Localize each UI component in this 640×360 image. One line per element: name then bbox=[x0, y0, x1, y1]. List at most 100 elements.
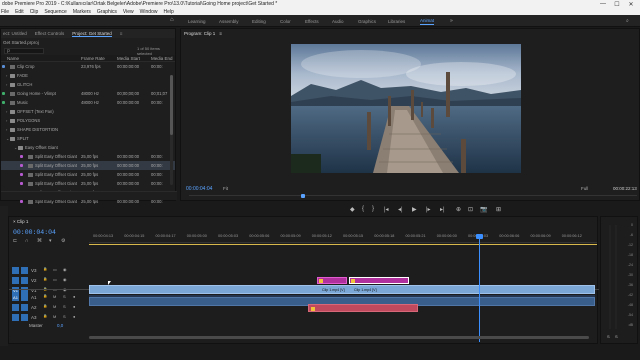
microphone-icon[interactable]: ● bbox=[73, 294, 75, 299]
source-patch-toggle[interactable]: A1 bbox=[12, 294, 19, 301]
project-item[interactable]: Split Easy Offset Giant25,00 fps00:00:00… bbox=[1, 161, 175, 170]
project-scrollbar[interactable] bbox=[170, 75, 173, 185]
lock-icon[interactable]: 🔒 bbox=[43, 314, 47, 318]
eye-icon[interactable]: ◉ bbox=[63, 267, 67, 272]
timeline-settings-icon[interactable]: ⚙ bbox=[61, 238, 65, 244]
program-playhead[interactable] bbox=[301, 194, 305, 198]
chevron-right-icon[interactable]: › bbox=[6, 73, 7, 78]
project-item[interactable]: › POLYGONS bbox=[1, 116, 175, 125]
linked-selection-icon[interactable]: ⌘ bbox=[37, 238, 42, 244]
work-area-bar[interactable] bbox=[89, 244, 597, 245]
chevron-down-icon[interactable]: ⌄ bbox=[6, 136, 9, 141]
menu-help[interactable]: Help bbox=[163, 9, 173, 15]
lock-icon[interactable]: 🔒 bbox=[43, 294, 47, 298]
lock-icon[interactable]: 🔒 bbox=[43, 304, 47, 308]
project-item[interactable]: › GLITCH bbox=[1, 80, 175, 89]
source-patch-toggle[interactable] bbox=[12, 304, 19, 311]
mark-in-icon[interactable]: { bbox=[362, 206, 364, 212]
timeline-close-icon[interactable]: × bbox=[13, 219, 16, 224]
chevron-right-icon[interactable]: › bbox=[6, 118, 7, 123]
project-item[interactable]: › OFFSET (Text Pan) bbox=[1, 107, 175, 116]
clip-nested-v2-selected[interactable] bbox=[349, 277, 409, 284]
program-video-frame[interactable] bbox=[291, 44, 521, 173]
home-icon[interactable]: ⌂ bbox=[170, 17, 174, 23]
program-scrub-bar[interactable] bbox=[189, 195, 637, 198]
mark-out-icon[interactable]: } bbox=[372, 206, 374, 212]
project-item[interactable]: Music 48000 Hz 00:00:00:00 00:00: bbox=[1, 98, 175, 107]
menu-clip[interactable]: Clip bbox=[30, 9, 39, 15]
workspace-assembly[interactable]: Assembly bbox=[219, 17, 239, 25]
go-to-out-icon[interactable]: ▸| bbox=[440, 206, 445, 213]
tab-effect-untitled[interactable]: ect: Untitled bbox=[3, 31, 27, 36]
timeline-scrollbar-thumb[interactable] bbox=[89, 336, 589, 339]
chevron-right-icon[interactable]: › bbox=[6, 109, 7, 114]
playback-resolution-select[interactable]: Full bbox=[581, 186, 588, 191]
menu-window[interactable]: Window bbox=[140, 9, 158, 15]
column-media-start[interactable]: Media Start bbox=[117, 56, 140, 61]
search-icon[interactable]: ⌕ bbox=[626, 18, 629, 24]
menu-markers[interactable]: Markers bbox=[73, 9, 91, 15]
column-name[interactable]: Name bbox=[7, 56, 19, 61]
program-timecode[interactable]: 00:00:04:04 bbox=[186, 186, 212, 192]
mute-icon[interactable]: M bbox=[53, 294, 56, 299]
clip-nested-v2[interactable] bbox=[317, 277, 347, 284]
panel-menu-icon[interactable]: ≡ bbox=[120, 31, 123, 36]
minimize-icon[interactable]: — bbox=[596, 0, 610, 8]
chevron-down-icon[interactable]: ⌄ bbox=[14, 145, 17, 150]
project-scrollbar-thumb[interactable] bbox=[170, 75, 173, 135]
nest-toggle-icon[interactable]: ⊏ bbox=[13, 238, 17, 244]
sync-lock-icon[interactable]: ▭ bbox=[53, 277, 57, 282]
tab-effect-controls[interactable]: Effect Controls bbox=[35, 31, 64, 36]
column-frame-rate[interactable]: Frame Rate bbox=[81, 56, 105, 61]
project-search-input[interactable]: ρ bbox=[4, 47, 44, 54]
microphone-icon[interactable]: ● bbox=[73, 304, 75, 309]
workspace-animat[interactable]: Animat bbox=[420, 17, 435, 25]
lock-icon[interactable]: 🔒 bbox=[43, 277, 47, 281]
comparison-view-icon[interactable]: ⊞ bbox=[496, 206, 501, 213]
time-ruler[interactable]: 00:00:04:13 00:00:04:15 00:00:04:17 00:00:0… bbox=[89, 233, 597, 243]
track-target-toggle[interactable] bbox=[21, 314, 28, 321]
master-volume-value[interactable]: 0,0 bbox=[57, 323, 63, 328]
project-item[interactable]: ⌄ SPLIT bbox=[1, 134, 175, 143]
chevron-right-icon[interactable]: › bbox=[6, 127, 7, 132]
workspace-graphics[interactable]: Graphics bbox=[358, 17, 376, 25]
track-target-toggle[interactable] bbox=[21, 277, 28, 284]
microphone-icon[interactable]: ● bbox=[73, 314, 75, 319]
workspace-more-icon[interactable]: » bbox=[450, 18, 453, 24]
solo-left-button[interactable]: S bbox=[607, 334, 610, 339]
panel-menu-icon[interactable]: ≡ bbox=[219, 31, 222, 36]
add-marker-icon[interactable]: ◆ bbox=[350, 206, 355, 213]
workspace-learning[interactable]: Learning bbox=[188, 17, 206, 25]
mute-icon[interactable]: M bbox=[53, 304, 56, 309]
workspace-libraries[interactable]: Libraries bbox=[388, 17, 405, 25]
chevron-right-icon[interactable]: › bbox=[6, 82, 7, 87]
mute-icon[interactable]: M bbox=[53, 314, 56, 319]
workspace-audio[interactable]: Audio bbox=[332, 17, 344, 25]
project-item[interactable]: Clip Crop 23,976 fps 00:00:00:00 00:00: bbox=[1, 62, 175, 71]
play-icon[interactable]: ▶ bbox=[412, 206, 417, 213]
go-to-in-icon[interactable]: |◂ bbox=[384, 206, 389, 213]
step-forward-icon[interactable]: |▸ bbox=[426, 206, 431, 213]
source-patch-toggle[interactable] bbox=[12, 314, 19, 321]
add-marker-icon[interactable]: ▾ bbox=[49, 238, 52, 244]
solo-icon[interactable]: S bbox=[63, 294, 66, 299]
menu-file[interactable]: File bbox=[1, 9, 9, 15]
eye-icon[interactable]: ◉ bbox=[63, 277, 67, 282]
source-patch-toggle[interactable] bbox=[12, 267, 19, 274]
project-item[interactable]: Split Easy Offset Giant25,00 fps00:00:00… bbox=[1, 170, 175, 179]
timeline-playhead[interactable] bbox=[479, 238, 480, 342]
source-patch-toggle[interactable] bbox=[12, 277, 19, 284]
snap-icon[interactable]: ∩ bbox=[25, 238, 29, 244]
track-target-toggle[interactable] bbox=[21, 304, 28, 311]
project-item[interactable]: › SHAPE DISTORTION bbox=[1, 125, 175, 134]
project-item[interactable]: Split Easy Offset Giant25,00 fps00:00:00… bbox=[1, 152, 175, 161]
solo-icon[interactable]: S bbox=[63, 314, 66, 319]
timeline-scrollbar[interactable] bbox=[89, 336, 589, 339]
clip-audio-a2[interactable] bbox=[308, 304, 418, 312]
zoom-fit-select[interactable]: Fit bbox=[223, 186, 228, 191]
clip-video-v1[interactable]: Clip 1.mp4 [V] Clip 1.mp4 [V] bbox=[89, 285, 595, 294]
solo-icon[interactable]: S bbox=[63, 304, 66, 309]
project-item[interactable]: › FADE bbox=[1, 71, 175, 80]
workspace-editing[interactable]: Editing bbox=[252, 17, 266, 25]
menu-graphics[interactable]: Graphics bbox=[97, 9, 117, 15]
